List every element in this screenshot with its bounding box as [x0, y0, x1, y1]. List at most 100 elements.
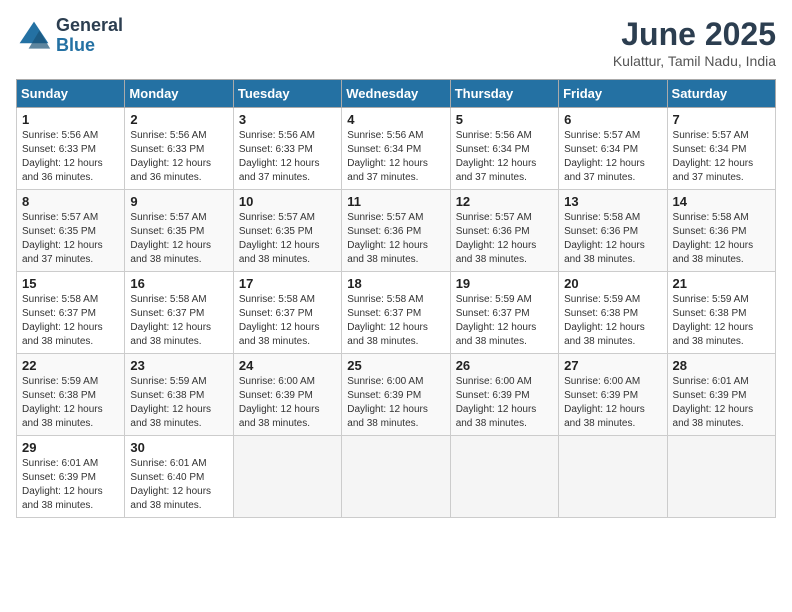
day-info: Sunrise: 5:59 AMSunset: 6:38 PMDaylight:… [673, 293, 770, 349]
calendar-cell: 20 Sunrise: 5:59 AMSunset: 6:38 PMDayligh… [559, 272, 667, 354]
calendar-cell: 26Sunrise: 6:00 AMSunset: 6:39 PMDayligh… [450, 354, 558, 436]
calendar-cell: 8 Sunrise: 5:57 AMSunset: 6:35 PMDaylight… [17, 190, 125, 272]
calendar-cell [667, 436, 775, 518]
day-info: Sunrise: 6:00 AMSunset: 6:39 PMDaylight:… [239, 375, 336, 431]
day-info: Sunrise: 5:58 AMSunset: 6:37 PMDaylight:… [239, 293, 336, 349]
column-header-thursday: Thursday [450, 80, 558, 108]
day-number: 7 [673, 112, 770, 127]
month-title: June 2025 [613, 16, 776, 53]
calendar-cell: 14 Sunrise: 5:58 AMSunset: 6:36 PMDayligh… [667, 190, 775, 272]
day-number: 9 [130, 194, 227, 209]
day-number: 16 [130, 276, 227, 291]
day-info: Sunrise: 5:58 AMSunset: 6:37 PMDaylight:… [347, 293, 444, 349]
calendar-cell: 19 Sunrise: 5:59 AMSunset: 6:37 PMDayligh… [450, 272, 558, 354]
day-info: Sunrise: 5:57 AMSunset: 6:35 PMDaylight:… [239, 211, 336, 267]
column-header-sunday: Sunday [17, 80, 125, 108]
day-info: Sunrise: 5:57 AMSunset: 6:34 PMDaylight:… [564, 129, 661, 185]
day-info: Sunrise: 6:01 AMSunset: 6:39 PMDaylight:… [22, 457, 119, 513]
day-number: 17 [239, 276, 336, 291]
calendar-cell: 25 Sunrise: 6:00 AMSunset: 6:39 PMDayligh… [342, 354, 450, 436]
calendar-cell: 15Sunrise: 5:58 AMSunset: 6:37 PMDayligh… [17, 272, 125, 354]
day-info: Sunrise: 5:57 AMSunset: 6:36 PMDaylight:… [347, 211, 444, 267]
logo: General Blue [16, 16, 123, 56]
day-info: Sunrise: 5:58 AMSunset: 6:36 PMDaylight:… [673, 211, 770, 267]
calendar-cell: 4 Sunrise: 5:56 AMSunset: 6:34 PMDaylight… [342, 108, 450, 190]
day-info: Sunrise: 5:56 AMSunset: 6:33 PMDaylight:… [22, 129, 119, 185]
calendar-cell: 7Sunrise: 5:57 AMSunset: 6:34 PMDaylight… [667, 108, 775, 190]
day-info: Sunrise: 5:58 AMSunset: 6:37 PMDaylight:… [130, 293, 227, 349]
calendar-week-row: 15Sunrise: 5:58 AMSunset: 6:37 PMDayligh… [17, 272, 776, 354]
calendar-cell [450, 436, 558, 518]
day-number: 25 [347, 358, 444, 373]
day-number: 22 [22, 358, 119, 373]
calendar-cell: 23 Sunrise: 5:59 AMSunset: 6:38 PMDayligh… [125, 354, 233, 436]
logo-text: General Blue [56, 16, 123, 56]
day-number: 4 [347, 112, 444, 127]
calendar-cell: 2 Sunrise: 5:56 AMSunset: 6:33 PMDaylight… [125, 108, 233, 190]
day-info: Sunrise: 5:57 AMSunset: 6:35 PMDaylight:… [22, 211, 119, 267]
column-header-wednesday: Wednesday [342, 80, 450, 108]
calendar-cell: 18 Sunrise: 5:58 AMSunset: 6:37 PMDayligh… [342, 272, 450, 354]
day-info: Sunrise: 5:57 AMSunset: 6:35 PMDaylight:… [130, 211, 227, 267]
day-number: 1 [22, 112, 119, 127]
day-info: Sunrise: 5:57 AMSunset: 6:36 PMDaylight:… [456, 211, 553, 267]
calendar-cell: 22 Sunrise: 5:59 AMSunset: 6:38 PMDayligh… [17, 354, 125, 436]
day-info: Sunrise: 5:58 AMSunset: 6:37 PMDaylight:… [22, 293, 119, 349]
day-info: Sunrise: 5:56 AMSunset: 6:34 PMDaylight:… [456, 129, 553, 185]
day-info: Sunrise: 5:59 AMSunset: 6:38 PMDaylight:… [564, 293, 661, 349]
day-number: 2 [130, 112, 227, 127]
calendar-week-row: 29 Sunrise: 6:01 AMSunset: 6:39 PMDayligh… [17, 436, 776, 518]
calendar-week-row: 22 Sunrise: 5:59 AMSunset: 6:38 PMDayligh… [17, 354, 776, 436]
day-info: Sunrise: 5:59 AMSunset: 6:37 PMDaylight:… [456, 293, 553, 349]
calendar-cell: 12 Sunrise: 5:57 AMSunset: 6:36 PMDayligh… [450, 190, 558, 272]
day-number: 30 [130, 440, 227, 455]
title-area: June 2025 Kulattur, Tamil Nadu, India [613, 16, 776, 69]
calendar-cell: 1 Sunrise: 5:56 AMSunset: 6:33 PMDaylight… [17, 108, 125, 190]
calendar-header-row: SundayMondayTuesdayWednesdayThursdayFrid… [17, 80, 776, 108]
day-number: 3 [239, 112, 336, 127]
calendar-cell: 3 Sunrise: 5:56 AMSunset: 6:33 PMDaylight… [233, 108, 341, 190]
day-number: 27 [564, 358, 661, 373]
day-number: 12 [456, 194, 553, 209]
column-header-friday: Friday [559, 80, 667, 108]
calendar-cell: 17 Sunrise: 5:58 AMSunset: 6:37 PMDayligh… [233, 272, 341, 354]
day-number: 28 [673, 358, 770, 373]
day-number: 6 [564, 112, 661, 127]
logo-icon [16, 18, 52, 54]
column-header-saturday: Saturday [667, 80, 775, 108]
calendar-cell: 6 Sunrise: 5:57 AMSunset: 6:34 PMDaylight… [559, 108, 667, 190]
day-info: Sunrise: 5:56 AMSunset: 6:33 PMDaylight:… [239, 129, 336, 185]
calendar-cell: 30Sunrise: 6:01 AMSunset: 6:40 PMDayligh… [125, 436, 233, 518]
header: General Blue June 2025 Kulattur, Tamil N… [16, 16, 776, 69]
column-header-monday: Monday [125, 80, 233, 108]
calendar-cell: 13Sunrise: 5:58 AMSunset: 6:36 PMDayligh… [559, 190, 667, 272]
day-number: 23 [130, 358, 227, 373]
day-info: Sunrise: 6:00 AMSunset: 6:39 PMDaylight:… [347, 375, 444, 431]
day-info: Sunrise: 5:59 AMSunset: 6:38 PMDaylight:… [130, 375, 227, 431]
calendar-cell: 24 Sunrise: 6:00 AMSunset: 6:39 PMDayligh… [233, 354, 341, 436]
day-number: 11 [347, 194, 444, 209]
calendar-cell: 21Sunrise: 5:59 AMSunset: 6:38 PMDayligh… [667, 272, 775, 354]
day-number: 19 [456, 276, 553, 291]
day-info: Sunrise: 5:58 AMSunset: 6:36 PMDaylight:… [564, 211, 661, 267]
day-number: 24 [239, 358, 336, 373]
logo-blue: Blue [56, 35, 95, 55]
calendar-week-row: 1 Sunrise: 5:56 AMSunset: 6:33 PMDaylight… [17, 108, 776, 190]
day-info: Sunrise: 5:59 AMSunset: 6:38 PMDaylight:… [22, 375, 119, 431]
day-info: Sunrise: 6:01 AMSunset: 6:39 PMDaylight:… [673, 375, 770, 431]
calendar-cell: 11 Sunrise: 5:57 AMSunset: 6:36 PMDayligh… [342, 190, 450, 272]
day-number: 8 [22, 194, 119, 209]
column-header-tuesday: Tuesday [233, 80, 341, 108]
day-number: 26 [456, 358, 553, 373]
day-number: 5 [456, 112, 553, 127]
day-number: 14 [673, 194, 770, 209]
calendar-cell [233, 436, 341, 518]
calendar-cell [559, 436, 667, 518]
day-info: Sunrise: 5:56 AMSunset: 6:33 PMDaylight:… [130, 129, 227, 185]
day-number: 20 [564, 276, 661, 291]
day-number: 29 [22, 440, 119, 455]
day-info: Sunrise: 5:56 AMSunset: 6:34 PMDaylight:… [347, 129, 444, 185]
calendar-cell: 27Sunrise: 6:00 AMSunset: 6:39 PMDayligh… [559, 354, 667, 436]
day-number: 18 [347, 276, 444, 291]
day-number: 10 [239, 194, 336, 209]
